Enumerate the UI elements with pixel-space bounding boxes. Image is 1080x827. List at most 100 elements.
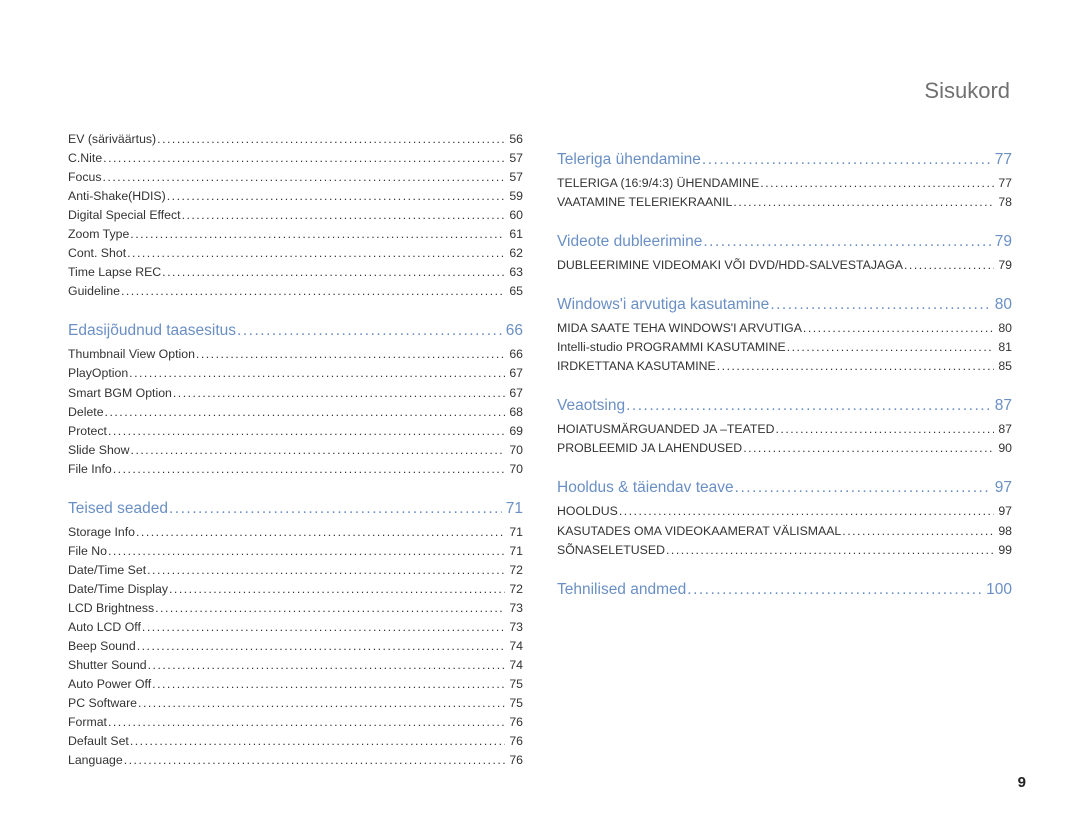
toc-right-column: Teleriga ühendamine77TELERIGA (16:9/4:3)… [557, 130, 1012, 770]
toc-label: Format [68, 713, 107, 732]
toc-page: 57 [506, 168, 523, 187]
toc-label: VAATAMINE TELERIEKRAANIL [557, 193, 732, 212]
toc-dots [169, 497, 502, 521]
toc-label: HOOLDUS [557, 502, 618, 521]
toc-page: 97 [995, 502, 1012, 521]
toc-section: Hooldus & täiendav teave 97 [557, 476, 1012, 500]
toc-label: Thumbnail View Option [68, 345, 195, 364]
toc-label: Cont. Shot [68, 244, 126, 263]
toc-entry: Auto Power Off 75 [68, 675, 523, 694]
toc-page: 65 [506, 282, 523, 301]
toc-label: Protect [68, 422, 107, 441]
toc-label: Teised seaded [68, 497, 168, 521]
toc-dots [626, 394, 991, 418]
toc-dots [142, 618, 505, 637]
toc-page: 70 [506, 441, 523, 460]
toc-columns: EV (säriväärtus)56C.Nite57Focus57Anti-Sh… [68, 130, 1012, 770]
toc-label: MIDA SAATE TEHA WINDOWS'I ARVUTIGA [557, 319, 802, 338]
toc-dots [787, 338, 995, 357]
toc-page: 68 [506, 403, 523, 422]
toc-page: 90 [995, 439, 1012, 458]
toc-dots [735, 476, 991, 500]
toc-label: Slide Show [68, 441, 130, 460]
toc-label: Digital Special Effect [68, 206, 181, 225]
toc-page: 98 [995, 522, 1012, 541]
toc-label: PROBLEEMID JA LAHENDUSED [557, 439, 742, 458]
toc-page: 76 [506, 751, 523, 770]
toc-label: Date/Time Display [68, 580, 168, 599]
toc-dots [131, 441, 506, 460]
toc-page: 62 [506, 244, 523, 263]
toc-page: 81 [995, 338, 1012, 357]
toc-page: 74 [506, 656, 523, 675]
toc-label: Beep Sound [68, 637, 136, 656]
toc-dots [169, 580, 505, 599]
toc-page: 71 [506, 523, 523, 542]
toc-page: 76 [506, 732, 523, 751]
toc-dots [619, 502, 995, 521]
toc-label: Shutter Sound [68, 656, 147, 675]
toc-dots [237, 319, 502, 343]
toc-section: Edasijõudnud taasesitus66 [68, 319, 523, 343]
toc-label: Auto Power Off [68, 675, 151, 694]
toc-page: 77 [995, 174, 1012, 193]
toc-entry: DUBLEERIMINE VIDEOMAKI VÕI DVD/HDD-SALVE… [557, 256, 1012, 275]
toc-dots [717, 357, 995, 376]
toc-dots [103, 168, 506, 187]
toc-dots [167, 187, 506, 206]
toc-entry: Default Set76 [68, 732, 523, 751]
toc-dots [138, 694, 505, 713]
toc-label: File No [68, 542, 107, 561]
toc-page: 72 [506, 561, 523, 580]
toc-entry: Date/Time Display72 [68, 580, 523, 599]
toc-section: Tehnilised andmed 100 [557, 578, 1012, 602]
toc-label: Storage Info [68, 523, 135, 542]
toc-section: Teised seaded71 [68, 497, 523, 521]
toc-dots [173, 384, 505, 403]
toc-page: 85 [995, 357, 1012, 376]
toc-page: 87 [992, 394, 1012, 418]
toc-left-column: EV (säriväärtus)56C.Nite57Focus57Anti-Sh… [68, 130, 523, 770]
toc-entry: Digital Special Effect60 [68, 206, 523, 225]
toc-label: Intelli-studio PROGRAMMI KASUTAMINE [557, 338, 786, 357]
toc-label: C.Nite [68, 149, 102, 168]
toc-dots [127, 244, 505, 263]
toc-dots [770, 293, 990, 317]
toc-page: 75 [506, 675, 523, 694]
toc-dots [743, 439, 994, 458]
toc-label: Language [68, 751, 123, 770]
toc-dots [124, 751, 506, 770]
toc-dots [155, 599, 505, 618]
toc-label: Time Lapse REC [68, 263, 161, 282]
toc-entry: LCD Brightness73 [68, 599, 523, 618]
toc-label: Auto LCD Off [68, 618, 141, 637]
toc-label: Tehnilised andmed [557, 578, 686, 602]
toc-section: Veaotsing87 [557, 394, 1012, 418]
toc-page: 69 [506, 422, 523, 441]
toc-page: 67 [506, 384, 523, 403]
toc-dots [108, 713, 505, 732]
toc-entry: HOIATUSMÄRGUANDED JA –TEATED 87 [557, 420, 1012, 439]
toc-dots [162, 263, 505, 282]
toc-label: HOIATUSMÄRGUANDED JA –TEATED [557, 420, 775, 439]
toc-label: Delete [68, 403, 104, 422]
toc-dots [904, 256, 994, 275]
toc-page: 97 [992, 476, 1012, 500]
toc-label: Zoom Type [68, 225, 129, 244]
toc-page: 73 [506, 599, 523, 618]
toc-section: Windows'i arvutiga kasutamine80 [557, 293, 1012, 317]
toc-label: Date/Time Set [68, 561, 146, 580]
toc-label: Hooldus & täiendav teave [557, 476, 734, 500]
toc-page: 87 [995, 420, 1012, 439]
toc-entry: PC Software75 [68, 694, 523, 713]
toc-entry: Shutter Sound 74 [68, 656, 523, 675]
toc-entry: PlayOption67 [68, 364, 523, 383]
toc-entry: File No71 [68, 542, 523, 561]
toc-page: 73 [506, 618, 523, 637]
toc-dots [130, 225, 505, 244]
toc-dots [130, 732, 505, 751]
toc-page: 80 [992, 293, 1012, 317]
toc-dots [196, 345, 505, 364]
toc-dots [733, 193, 994, 212]
toc-page: 100 [983, 578, 1012, 602]
